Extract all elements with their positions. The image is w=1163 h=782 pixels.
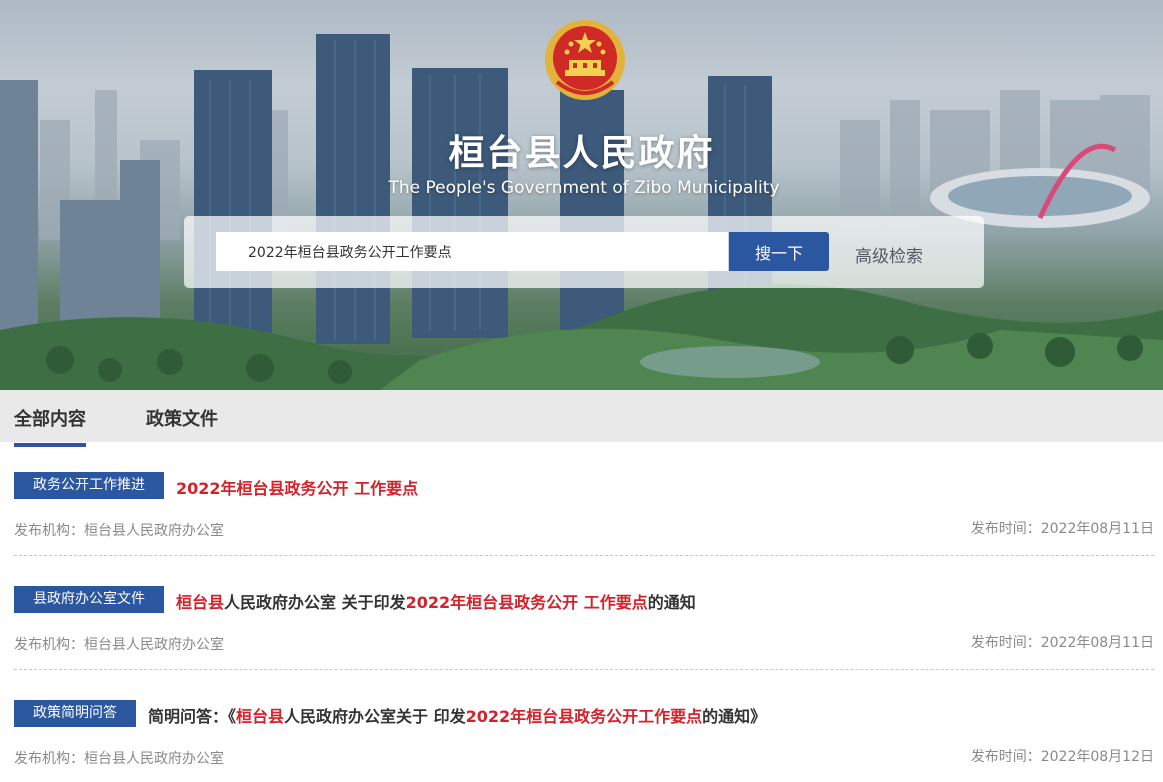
title-text: 简明问答：《 [148,707,237,726]
result-title-link[interactable]: 2022年桓台县政务公开 工作要点 [176,475,418,499]
title-highlight: 桓台县 [236,707,285,726]
title-highlight: 2022年桓台县政务公开工作要点 [465,707,703,726]
result-item: 县政府办公室文件 桓台县人民政府办公室 关于印发2022年桓台县政务公开 工作要… [14,556,1154,670]
result-category-tag[interactable]: 县政府办公室文件 [14,586,164,613]
title-text: 的通知》 [702,707,767,726]
title-highlight: 2022年桓台县政务公开 工作要点 [405,593,648,612]
result-date: 发布时间：2022年08月11日 [970,521,1154,537]
title-text: 的通知 [647,593,696,612]
result-title-link[interactable]: 桓台县人民政府办公室 关于印发2022年桓台县政务公开 工作要点的通知 [176,589,696,613]
result-date: 发布时间：2022年08月11日 [970,635,1154,651]
search-results-list: 政务公开工作推进 2022年桓台县政务公开 工作要点 发布机构：桓台县人民政府办… [14,442,1154,782]
result-category-tag[interactable]: 政务公开工作推进 [14,472,164,499]
tab-policy-documents[interactable]: 政策文件 [146,405,218,443]
national-emblem-icon [545,20,625,100]
site-subtitle: The People's Government of Zibo Municipa… [388,178,780,198]
site-title: 桓台县人民政府 [448,133,715,174]
search-input[interactable] [216,232,728,271]
result-publisher: 发布机构：桓台县人民政府办公室 [14,751,224,767]
result-publisher: 发布机构：桓台县人民政府办公室 [14,637,224,653]
search-button[interactable]: 搜一下 [729,232,829,271]
header-banner: 桓台县人民政府 The People's Government of Zibo … [0,0,1163,390]
result-publisher: 发布机构：桓台县人民政府办公室 [14,523,224,539]
search-panel: 搜一下 高级检索 [184,216,984,288]
result-item: 政务公开工作推进 2022年桓台县政务公开 工作要点 发布机构：桓台县人民政府办… [14,442,1154,556]
tab-all-content[interactable]: 全部内容 [14,405,86,447]
title-text: 人民政府办公室关于 印发 [284,707,466,726]
result-item: 政策简明问答 简明问答：《桓台县人民政府办公室关于 印发2022年桓台县政务公开… [14,670,1154,782]
title-highlight: 桓台县 [176,593,225,612]
result-date: 发布时间：2022年08月12日 [970,749,1154,765]
result-title-link[interactable]: 简明问答：《桓台县人民政府办公室关于 印发2022年桓台县政务公开工作要点的通知… [148,703,766,727]
tab-bar: 全部内容 政策文件 [0,390,1163,447]
title-highlight: 2022年桓台县政务公开 工作要点 [176,479,419,498]
result-category-tag[interactable]: 政策简明问答 [14,700,136,727]
advanced-search-link[interactable]: 高级检索 [855,242,923,267]
title-text: 人民政府办公室 关于印发 [224,593,406,612]
